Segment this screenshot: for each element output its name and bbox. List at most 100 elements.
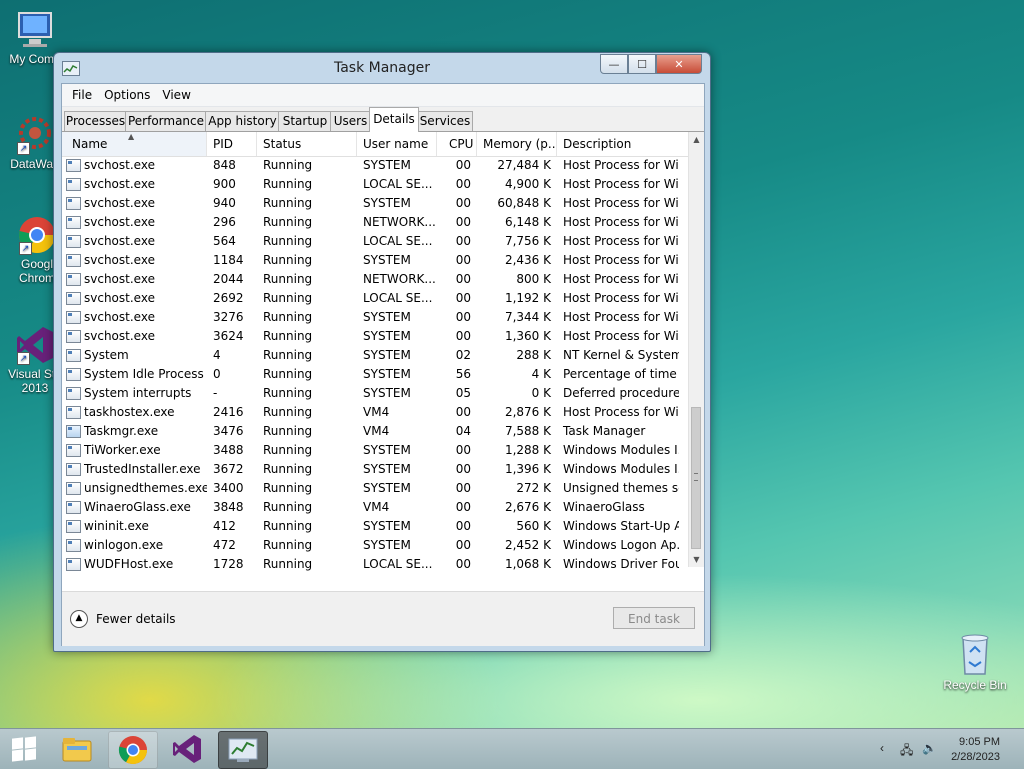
cell-text: SYSTEM — [363, 310, 411, 324]
clock[interactable]: 9:05 PM 2/28/2023 — [930, 735, 1000, 765]
table-row[interactable]: System Idle Process 0 Running SYSTEM 56 4 K Pe… — [62, 365, 689, 384]
table-row[interactable]: taskhostex.exe 2416 Running VM4 00 2,876 K Hos… — [62, 403, 689, 422]
cell-mem: 272 K — [477, 479, 557, 498]
scrollbar-thumb[interactable] — [691, 407, 701, 549]
maximize-button[interactable]: ☐ — [628, 54, 656, 74]
cell-desc: Windows Start-Up A... — [557, 517, 679, 536]
table-row[interactable]: winlogon.exe 472 Running SYSTEM 00 2,452 K Win… — [62, 536, 689, 555]
tab-details[interactable]: Details — [369, 107, 419, 132]
table-row[interactable]: svchost.exe 2692 Running LOCAL SE... 00 1,192… — [62, 289, 689, 308]
close-icon: ✕ — [674, 57, 684, 71]
cell-user: SYSTEM — [357, 308, 437, 327]
taskbar-chrome[interactable] — [108, 731, 158, 769]
table-row[interactable]: svchost.exe 1184 Running SYSTEM 00 2,436 K Hos… — [62, 251, 689, 270]
tab-startup[interactable]: Startup — [278, 111, 332, 131]
cell-cpu: 04 — [437, 422, 477, 441]
cell-text: TiWorker.exe — [84, 443, 161, 457]
cell-desc: Windows Modules I... — [557, 460, 679, 479]
table-row[interactable]: svchost.exe 3624 Running SYSTEM 00 1,360 K Hos… — [62, 327, 689, 346]
table-row[interactable]: System interrupts - Running SYSTEM 05 0 K Defe… — [62, 384, 689, 403]
table-row[interactable]: System 4 Running SYSTEM 02 288 K NT Kernel & S… — [62, 346, 689, 365]
cell-status: Running — [257, 460, 357, 479]
column-header-description[interactable]: Description — [557, 132, 689, 156]
cell-text: 272 K — [516, 481, 551, 495]
column-header-name[interactable]: ▲ Name — [62, 132, 207, 156]
end-task-button[interactable]: End task — [613, 607, 695, 629]
column-header-pid[interactable]: PID — [207, 132, 257, 156]
menu-file[interactable]: File — [66, 88, 98, 102]
cell-text: 4,900 K — [504, 177, 551, 191]
task-manager-window[interactable]: Task Manager — ☐ ✕ File Options View Pro… — [53, 52, 711, 652]
cell-text: 1,360 K — [504, 329, 551, 343]
table-row[interactable]: WUDFHost.exe 1728 Running LOCAL SE... 00 1,06… — [62, 555, 689, 574]
table-row[interactable]: svchost.exe 940 Running SYSTEM 00 60,848 K Hos… — [62, 194, 689, 213]
visual-studio-icon — [173, 735, 201, 763]
cell-name: TiWorker.exe — [62, 441, 207, 460]
chevron-left-icon[interactable]: ‹ — [880, 741, 884, 755]
column-header-cpu[interactable]: CPU — [437, 132, 477, 156]
table-row[interactable]: svchost.exe 296 Running NETWORK... 00 6,148 K… — [62, 213, 689, 232]
column-header-user-name[interactable]: User name — [357, 132, 437, 156]
vertical-scrollbar[interactable]: ▲ ▼ — [688, 132, 704, 567]
table-row[interactable]: TiWorker.exe 3488 Running SYSTEM 00 1,288 K Wi… — [62, 441, 689, 460]
cell-desc: Host Process for Wi... — [557, 403, 679, 422]
tab-processes[interactable]: Processes — [64, 111, 127, 131]
cell-mem: 288 K — [477, 346, 557, 365]
cell-text: Running — [263, 310, 313, 324]
table-row[interactable]: TrustedInstaller.exe 3672 Running SYSTEM 00 1… — [62, 460, 689, 479]
chrome-icon: ↗ — [17, 215, 57, 255]
cell-cpu: 00 — [437, 536, 477, 555]
tab-performance[interactable]: Performance — [125, 111, 207, 131]
table-row[interactable]: svchost.exe 900 Running LOCAL SE... 00 4,900 … — [62, 175, 689, 194]
desktop-icon-recycle-bin[interactable]: Recycle Bin — [940, 630, 1010, 692]
cell-user: SYSTEM — [357, 441, 437, 460]
taskbar-task-manager[interactable] — [218, 731, 268, 769]
task-manager-icon — [228, 738, 258, 762]
process-icon — [66, 254, 81, 267]
cell-text: svchost.exe — [84, 234, 155, 248]
table-row[interactable]: WinaeroGlass.exe 3848 Running VM4 00 2,676 K W… — [62, 498, 689, 517]
tab-users[interactable]: Users — [330, 111, 371, 131]
cell-desc: Host Process for Wi... — [557, 251, 679, 270]
table-row[interactable]: Taskmgr.exe 3476 Running VM4 04 7,588 K Task M… — [62, 422, 689, 441]
cell-status: Running — [257, 517, 357, 536]
cell-status: Running — [257, 232, 357, 251]
table-row[interactable]: wininit.exe 412 Running SYSTEM 00 560 K Window… — [62, 517, 689, 536]
start-button[interactable] — [0, 731, 48, 767]
table-row[interactable]: svchost.exe 3276 Running SYSTEM 00 7,344 K Hos… — [62, 308, 689, 327]
process-icon — [66, 406, 81, 419]
table-row[interactable]: unsignedthemes.exe 3400 Running SYSTEM 00 272… — [62, 479, 689, 498]
table-row[interactable]: svchost.exe 848 Running SYSTEM 00 27,484 K Hos… — [62, 156, 689, 175]
tab-app-history[interactable]: App history — [205, 111, 280, 131]
taskbar-visual-studio[interactable] — [163, 731, 211, 767]
process-icon — [66, 216, 81, 229]
cell-text: 940 — [213, 196, 236, 210]
cell-text: Windows Modules I... — [563, 462, 679, 476]
cell-text: svchost.exe — [84, 215, 155, 229]
title-bar[interactable]: Task Manager — ☐ ✕ — [54, 53, 710, 83]
process-icon — [66, 311, 81, 324]
table-row[interactable]: svchost.exe 564 Running LOCAL SE... 00 7,756 … — [62, 232, 689, 251]
tab-services[interactable]: Services — [417, 111, 473, 131]
menu-view[interactable]: View — [156, 88, 196, 102]
table-row[interactable]: svchost.exe 2044 Running NETWORK... 00 800 K H… — [62, 270, 689, 289]
minimize-button[interactable]: — — [600, 54, 628, 74]
cell-mem: 2,676 K — [477, 498, 557, 517]
cell-status: Running — [257, 555, 357, 574]
fewer-details-button[interactable]: ▲ Fewer details — [70, 610, 176, 628]
cell-desc: Deferred procedure ... — [557, 384, 679, 403]
network-icon[interactable]: 🖧 — [900, 741, 913, 762]
taskbar-file-explorer[interactable] — [53, 731, 101, 767]
menu-options[interactable]: Options — [98, 88, 156, 102]
cell-pid: 3400 — [207, 479, 257, 498]
cell-text: SYSTEM — [363, 538, 411, 552]
cell-text: 2416 — [213, 405, 244, 419]
column-header-memory[interactable]: Memory (p... — [477, 132, 557, 156]
close-button[interactable]: ✕ — [656, 54, 702, 74]
cell-cpu: 05 — [437, 384, 477, 403]
cell-mem: 7,344 K — [477, 308, 557, 327]
cell-text: LOCAL SE... — [363, 291, 433, 305]
scroll-down-icon[interactable]: ▼ — [689, 552, 704, 567]
scroll-up-icon[interactable]: ▲ — [689, 132, 704, 147]
column-header-status[interactable]: Status — [257, 132, 357, 156]
